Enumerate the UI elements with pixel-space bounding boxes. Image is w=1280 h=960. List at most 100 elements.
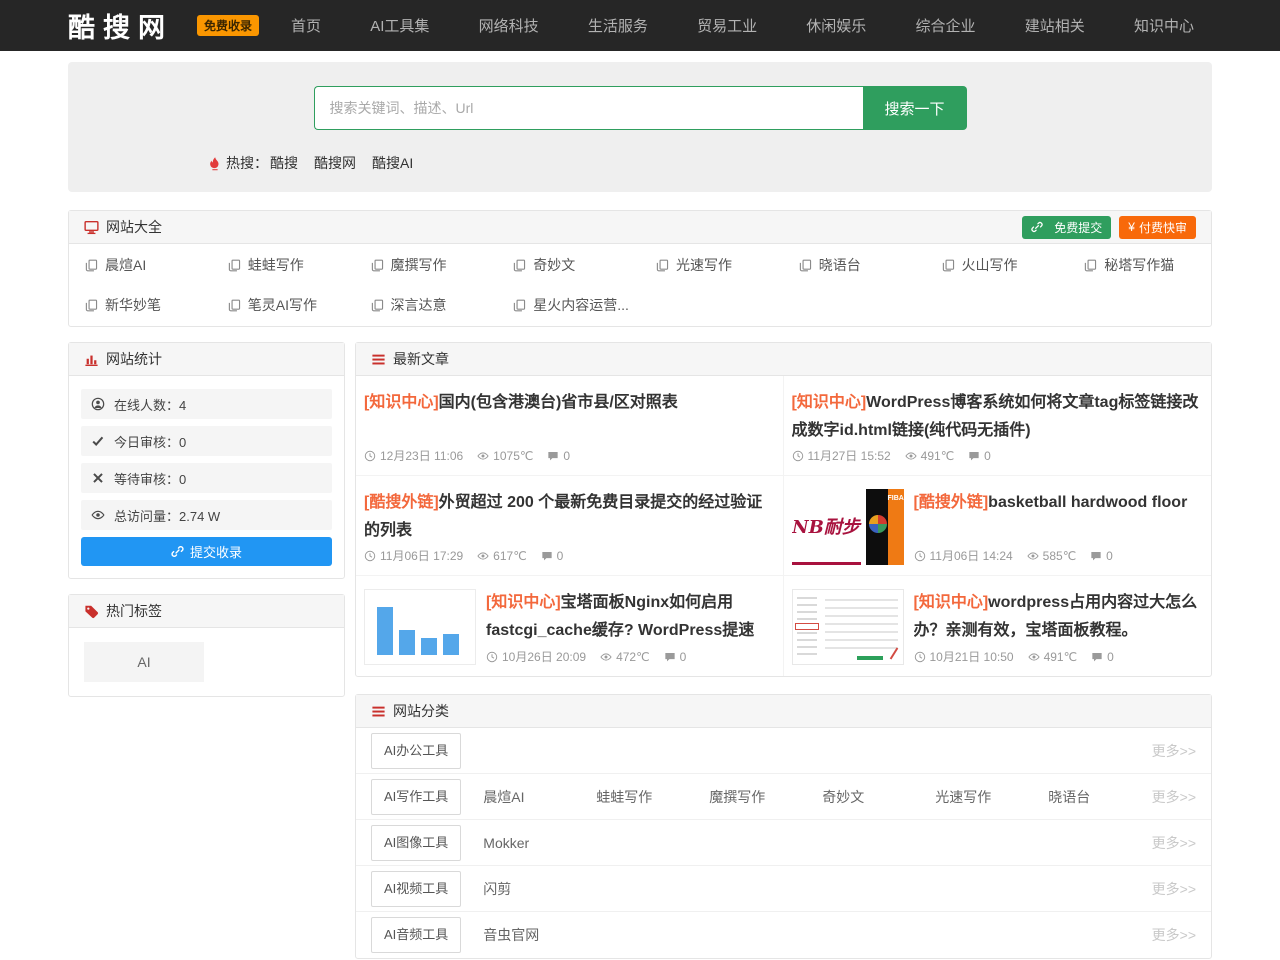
clock-icon [914,550,926,562]
article-category-prefix: [知识中心] [914,594,989,611]
header: 酷搜网 免费收录 首页 AI工具集 网络科技 生活服务 贸易工业 休闲娱乐 综合企业 建站相关… [0,0,1280,51]
tag-link[interactable]: AI [84,642,204,682]
site-link[interactable]: 晓语台 [783,245,926,285]
comment-icon [664,651,676,663]
latest-articles-panel: 最新文章 [知识中心]国内(包含港澳台)省市县/区对照表 12月23日 11:0… [355,342,1212,677]
nav-item[interactable]: 知识中心 [1134,15,1194,36]
category-site-link[interactable]: 晓语台 [1048,787,1151,807]
category-label[interactable]: AI写作工具 [371,779,461,815]
article-comments: 0 [968,449,991,463]
article-title[interactable]: [酷搜外链]basketball hardwood floor [914,489,1200,547]
article-title[interactable]: [知识中心]宝塔面板Nginx如何启用fastcgi_cache缓存? Word… [486,589,771,648]
copy-icon [513,259,526,272]
panel-title: 最新文章 [393,349,1196,369]
article-category-prefix: [酷搜外链] [914,494,989,511]
site-link[interactable]: 火山写作 [926,245,1069,285]
category-label[interactable]: AI图像工具 [371,825,461,861]
hot-search-link[interactable]: 酷搜网 [314,155,356,171]
category-row: AI视频工具 闪剪 更多>> [356,866,1211,912]
category-label[interactable]: AI视频工具 [371,871,461,907]
category-site-link[interactable]: 晨煊AI [483,787,596,807]
nav-item[interactable]: 网络科技 [479,15,539,36]
free-submit-button[interactable]: 免费提交 [1022,216,1111,239]
category-site-link[interactable]: Mokker [483,835,596,851]
article-title[interactable]: [知识中心]WordPress博客系统如何将文章tag标签链接改成数字id.ht… [792,389,1200,447]
main-nav: 首页 AI工具集 网络科技 生活服务 贸易工业 休闲娱乐 综合企业 建站相关 知识中心 [291,15,1194,36]
panel-title: 网站分类 [393,701,1196,721]
nav-item[interactable]: AI工具集 [370,15,429,36]
site-link[interactable]: 星火内容运营... [497,285,640,325]
category-label[interactable]: AI办公工具 [371,733,461,769]
article-thumbnail[interactable]: NB耐步 FIBA [792,489,904,565]
copy-icon [656,259,669,272]
article-item: [知识中心]宝塔面板Nginx如何启用fastcgi_cache缓存? Word… [356,576,784,676]
eye-icon [1028,651,1040,663]
hot-search-link[interactable]: 酷搜AI [372,155,413,171]
comment-icon [1090,550,1102,562]
article-meta: 10月21日 10:50 491℃ 0 [914,648,1200,665]
stat-row: 今日审核：0 [81,426,332,456]
eye-icon [477,550,489,562]
article-category-prefix: [酷搜外链] [364,494,439,511]
paid-review-button[interactable]: ¥ 付费快审 [1119,216,1196,239]
category-label[interactable]: AI音频工具 [371,917,461,953]
nav-item[interactable]: 生活服务 [588,15,648,36]
free-listing-badge[interactable]: 免费收录 [197,15,259,36]
nav-item[interactable]: 首页 [291,15,321,36]
article-meta: 12月23日 11:06 1075℃ 0 [364,447,771,464]
site-link[interactable]: 光速写作 [640,245,783,285]
site-stats-panel: 网站统计 在线人数：4今日审核：0等待审核：0总访问量：2.74 W 提交收录 [68,342,345,579]
article-title[interactable]: [知识中心]wordpress占用内容过大怎么办？亲测有效，宝塔面板教程。 [914,589,1200,648]
eye-icon [1027,550,1039,562]
nav-item[interactable]: 综合企业 [916,15,976,36]
hot-search-links: 酷搜酷搜网酷搜AI [268,153,413,173]
site-link[interactable]: 秘塔写作猫 [1068,245,1211,285]
hot-search-label: 热搜： [226,153,268,173]
stat-row: 总访问量：2.74 W [81,500,332,530]
more-link[interactable]: 更多>> [1152,833,1196,853]
tag-list: AI [69,628,344,696]
list-bars-icon [371,704,386,719]
eye-icon [600,651,612,663]
hot-search-link[interactable]: 酷搜 [270,155,298,171]
nav-item[interactable]: 建站相关 [1025,15,1085,36]
copy-icon [371,259,384,272]
more-link[interactable]: 更多>> [1152,741,1196,761]
category-site-link[interactable]: 闪剪 [483,879,596,899]
nav-item[interactable]: 贸易工业 [697,15,757,36]
article-thumbnail[interactable] [364,589,476,665]
site-link[interactable]: 晨煊AI [69,245,212,285]
search-input[interactable] [314,86,863,130]
link-icon [1031,221,1043,233]
clock-icon [364,450,376,462]
category-site-link[interactable]: 光速写作 [935,787,1048,807]
panel-title: 热门标签 [106,601,329,621]
article-category-prefix: [知识中心] [792,394,867,411]
article-views: 491℃ [905,449,955,463]
site-link[interactable]: 蛙蛙写作 [212,245,355,285]
copy-icon [85,299,98,312]
comment-icon [541,550,553,562]
site-link[interactable]: 深言达意 [355,285,498,325]
category-row: AI写作工具 晨煊AI蛙蛙写作魔撰写作奇妙文光速写作晓语台 更多>> [356,774,1211,820]
article-views: 585℃ [1027,549,1077,563]
site-link[interactable]: 魔撰写作 [355,245,498,285]
more-link[interactable]: 更多>> [1152,787,1196,807]
more-link[interactable]: 更多>> [1152,879,1196,899]
site-link[interactable]: 笔灵AI写作 [212,285,355,325]
category-site-link[interactable]: 奇妙文 [822,787,935,807]
category-site-link[interactable]: 音虫官网 [483,925,596,945]
article-title[interactable]: [酷搜外链]外贸超过 200 个最新免费目录提交的经过验证的列表 [364,489,771,547]
site-link[interactable]: 新华妙笔 [69,285,212,325]
submit-listing-button[interactable]: 提交收录 [81,537,332,566]
search-button[interactable]: 搜索一下 [863,86,967,130]
category-site-link[interactable]: 蛙蛙写作 [596,787,709,807]
article-title[interactable]: [知识中心]国内(包含港澳台)省市县/区对照表 [364,389,771,447]
article-thumbnail[interactable] [792,589,904,665]
article-comments: 0 [1091,650,1114,664]
more-link[interactable]: 更多>> [1152,925,1196,945]
site-link[interactable]: 奇妙文 [497,245,640,285]
site-logo[interactable]: 酷搜网 [68,6,173,45]
category-site-link[interactable]: 魔撰写作 [709,787,822,807]
nav-item[interactable]: 休闲娱乐 [806,15,866,36]
